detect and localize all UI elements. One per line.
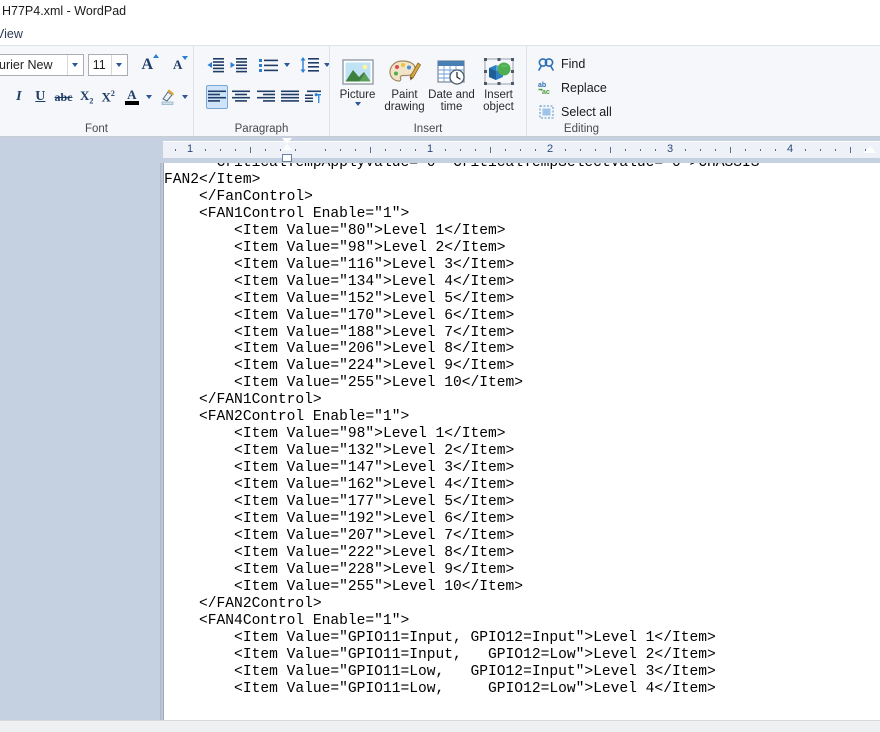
ruler-number: 1 xyxy=(186,143,194,155)
font-family-value: urier New xyxy=(0,58,53,72)
align-left-button[interactable] xyxy=(206,85,229,109)
svg-text:ab: ab xyxy=(538,82,546,89)
font-color-dropdown[interactable] xyxy=(145,85,153,109)
justify-icon xyxy=(280,90,299,102)
replace-label: Replace xyxy=(561,80,607,95)
chevron-down-icon[interactable] xyxy=(110,55,127,75)
decrease-indent-icon xyxy=(207,58,224,73)
grow-font-button[interactable]: A xyxy=(136,53,159,77)
select-all-button[interactable]: Select all xyxy=(533,100,632,123)
decrease-indent-button[interactable] xyxy=(206,53,226,77)
strikethrough-button[interactable]: abc xyxy=(53,85,74,109)
shrink-font-icon: A xyxy=(173,56,189,73)
group-label-font: Font xyxy=(84,123,108,135)
find-label: Find xyxy=(561,56,586,71)
bullets-icon xyxy=(259,59,278,72)
insert-picture-button[interactable]: Picture xyxy=(334,52,381,106)
bullets-button[interactable] xyxy=(258,53,280,77)
ribbon-tab-strip: View xyxy=(0,22,880,45)
font-family-combo[interactable]: urier New xyxy=(0,54,84,76)
insert-paint-drawing-button[interactable]: Paint drawing xyxy=(381,52,428,113)
ribbon-group-font: urier New 11 A A I U abc X2 X2 A Font xyxy=(0,46,193,136)
find-icon xyxy=(537,57,555,71)
group-label-paragraph: Paragraph xyxy=(234,123,289,135)
date-and-time-icon xyxy=(435,55,469,89)
right-indent-marker[interactable] xyxy=(864,146,876,153)
align-right-button[interactable] xyxy=(254,85,276,109)
underline-icon: U xyxy=(35,89,46,104)
ribbon-group-editing: Find ab ac Replace Select all Editing xyxy=(526,46,636,136)
window-title: H77P4.xml - WordPad xyxy=(2,4,127,18)
highlight-dropdown[interactable] xyxy=(181,85,189,109)
svg-text:ac: ac xyxy=(542,89,550,95)
grow-font-icon: A xyxy=(141,54,159,74)
shrink-font-button[interactable]: A xyxy=(166,53,189,77)
ruler-band: 1 1 2 3 4 xyxy=(0,137,880,163)
font-color-button[interactable]: A xyxy=(123,85,141,109)
subscript-button[interactable]: X2 xyxy=(78,85,96,109)
font-size-value: 11 xyxy=(92,58,106,72)
underline-button[interactable]: U xyxy=(32,85,50,109)
align-right-icon xyxy=(256,90,275,102)
increase-indent-button[interactable] xyxy=(229,53,249,77)
ribbon-group-paragraph: Paragraph xyxy=(193,46,330,136)
line-spacing-icon xyxy=(300,57,319,73)
paragraph-marks-icon xyxy=(304,90,321,103)
insert-object-button[interactable]: Insert object xyxy=(475,52,522,113)
line-spacing-button[interactable] xyxy=(298,53,320,77)
tab-view[interactable]: View xyxy=(0,25,29,43)
font-color-icon: A xyxy=(124,88,139,105)
ruler-number: 2 xyxy=(546,143,554,155)
replace-button[interactable]: ab ac Replace xyxy=(533,76,632,99)
italic-button[interactable]: I xyxy=(10,85,28,109)
chevron-down-icon xyxy=(145,95,152,99)
picture-icon xyxy=(341,55,375,89)
paragraph-settings-button[interactable] xyxy=(303,85,325,109)
increase-indent-icon xyxy=(230,58,247,73)
subscript-icon: X2 xyxy=(79,88,94,106)
insert-picture-label: Picture xyxy=(339,89,376,101)
highlight-icon xyxy=(161,89,174,105)
ribbon: urier New 11 A A I U abc X2 X2 A Font Pa… xyxy=(0,45,880,137)
insert-date-and-time-button[interactable]: Date and time xyxy=(428,52,475,113)
align-left-icon xyxy=(208,90,227,102)
find-button[interactable]: Find xyxy=(533,52,632,75)
document-page[interactable]: CriticalTempApplyValue="0" CriticalTempS… xyxy=(163,163,880,731)
paint-drawing-icon xyxy=(388,55,422,89)
document-area: CriticalTempApplyValue="0" CriticalTempS… xyxy=(0,163,880,732)
replace-icon: ab ac xyxy=(537,80,555,95)
select-all-icon xyxy=(537,105,555,119)
highlight-button[interactable] xyxy=(157,85,177,109)
superscript-icon: X2 xyxy=(101,88,115,105)
ruler-number: 1 xyxy=(426,143,434,155)
superscript-button[interactable]: X2 xyxy=(99,85,117,109)
align-center-button[interactable] xyxy=(230,85,252,109)
insert-object-label: Insert object xyxy=(483,89,514,113)
ruler-number: 3 xyxy=(666,143,674,155)
ruler-number: 4 xyxy=(786,143,794,155)
chevron-down-icon[interactable] xyxy=(66,55,83,75)
title-bar: H77P4.xml - WordPad xyxy=(0,0,880,22)
document-text[interactable]: CriticalTempApplyValue="0" CriticalTempS… xyxy=(164,163,760,698)
align-center-icon xyxy=(232,90,251,102)
wordpad-window: H77P4.xml - WordPad View urier New 11 xyxy=(0,0,880,732)
insert-date-and-time-label: Date and time xyxy=(428,89,475,113)
group-label-insert: Insert xyxy=(413,123,443,135)
strikethrough-icon: abc xyxy=(54,89,73,104)
ribbon-group-insert: Picture Paint drawing Date and time Inse… xyxy=(329,46,526,136)
select-all-label: Select all xyxy=(561,104,612,119)
group-label-editing: Editing xyxy=(563,123,600,135)
ruler[interactable]: 1 1 2 3 4 xyxy=(163,141,880,158)
insert-object-icon xyxy=(482,55,516,89)
bullets-dropdown[interactable] xyxy=(283,53,291,77)
status-bar xyxy=(0,720,880,732)
chevron-down-icon xyxy=(284,63,290,67)
chevron-down-icon xyxy=(181,95,188,99)
chevron-down-icon[interactable] xyxy=(354,102,361,106)
insert-paint-drawing-label: Paint drawing xyxy=(384,89,425,113)
italic-icon: I xyxy=(16,89,22,104)
font-size-combo[interactable]: 11 xyxy=(87,54,128,76)
first-line-indent-marker[interactable] xyxy=(281,137,293,163)
justify-button[interactable] xyxy=(279,85,301,109)
